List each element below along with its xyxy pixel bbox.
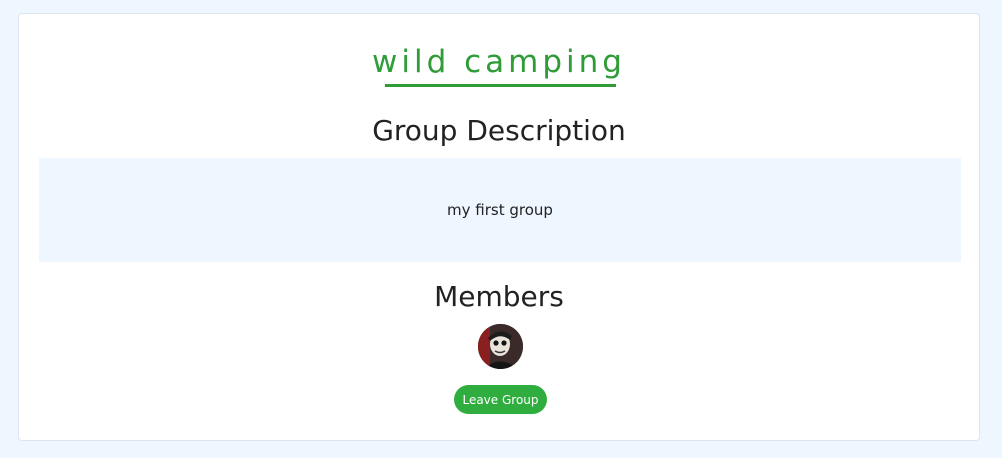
member-avatar[interactable] bbox=[478, 324, 523, 369]
members-heading: Members bbox=[434, 280, 564, 313]
title-underline bbox=[385, 84, 616, 87]
group-title: wild camping bbox=[372, 44, 626, 80]
group-card: wild camping Group Description my first … bbox=[18, 13, 980, 441]
description-box: my first group bbox=[39, 158, 961, 262]
member-avatar-photo-icon bbox=[478, 324, 523, 369]
description-text: my first group bbox=[447, 201, 553, 219]
description-heading: Group Description bbox=[372, 114, 626, 147]
leave-group-button[interactable]: Leave Group bbox=[454, 385, 547, 414]
